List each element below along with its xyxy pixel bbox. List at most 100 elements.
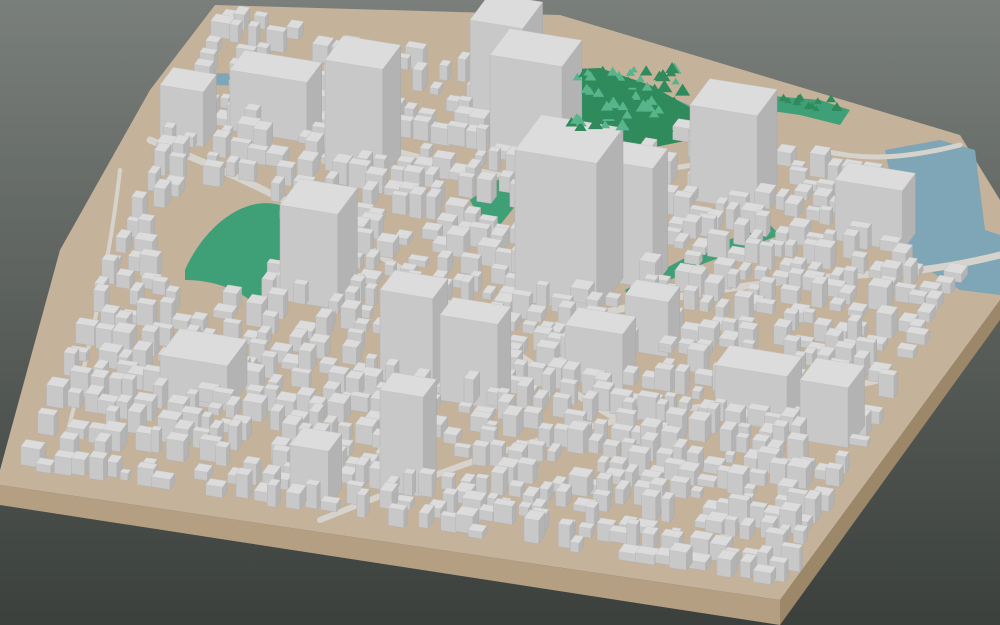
building-front-face [364,287,375,307]
building [212,302,238,321]
building [356,487,370,519]
city-model-viewport[interactable] [0,0,1000,625]
building-front-face [368,467,381,490]
building-front-face [153,187,165,209]
building [748,467,768,488]
building [419,142,434,159]
building-front-face [458,175,473,199]
building [387,502,408,529]
building-front-face [71,457,85,477]
building-side-face [771,242,775,272]
building-side-face [183,153,187,182]
building [457,51,472,83]
building [818,205,834,227]
building [724,450,737,464]
building-front-face [596,461,606,474]
building-front-face [165,438,184,463]
building [792,524,809,546]
building-front-face [128,255,141,272]
building-front-face [536,284,547,309]
building-front-face [387,507,404,529]
building-front-face [305,483,317,510]
building-front-face [215,445,227,467]
building-side-face [158,426,163,454]
building [225,155,240,178]
building-front-face [37,412,55,437]
building [905,326,930,346]
building-front-face [106,461,118,478]
building [438,59,452,82]
building-front-face [558,523,571,549]
building [526,303,547,324]
building [412,61,429,93]
building [578,521,595,539]
building-front-face [279,204,338,310]
building [476,123,490,153]
building [412,114,433,143]
building-front-face [784,244,793,258]
building-front-face [340,306,356,331]
building [202,158,225,188]
building [115,268,135,290]
building-front-face [391,193,407,216]
building [472,439,491,468]
building [235,467,253,500]
building [320,495,341,513]
building-front-face [355,423,373,446]
building [67,386,84,409]
building [626,518,641,547]
building [88,450,109,482]
building-front-face [365,256,375,271]
building [476,170,497,205]
building [522,405,543,431]
building [364,282,379,307]
building-front-face [493,503,513,526]
building-front-face [688,418,706,443]
building-front-face [622,371,634,387]
building [418,467,437,499]
building [350,391,372,414]
building-front-face [135,431,154,453]
building-front-face [430,126,450,147]
building [488,146,502,173]
building-front-face [724,518,736,538]
building-front-face [463,377,474,404]
building-front-face [733,223,746,246]
building-front-face [116,274,130,290]
building [780,283,802,306]
building-front-face [490,471,504,496]
building [683,249,703,266]
building [517,456,538,486]
building-front-face [150,429,160,454]
building [568,466,594,498]
building [151,470,176,491]
building-front-face [235,473,249,499]
building-front-face [707,232,727,260]
building [668,542,693,572]
building-front-face [269,410,280,432]
building [688,410,712,444]
building [119,468,132,482]
building-front-face [699,301,709,313]
building-front-face [152,280,166,296]
building-front-face [356,493,366,519]
building [755,297,777,316]
building [724,514,739,538]
building-front-face [225,404,235,419]
building [802,307,817,325]
building [508,479,526,499]
building-front-face [516,384,528,410]
building-front-face [523,411,539,430]
building-front-face [342,345,357,366]
building-front-face [136,302,154,328]
building-front-face [425,195,436,221]
building [527,438,547,463]
building [726,268,741,290]
building-front-face [202,164,221,188]
building [493,498,517,526]
building-front-face [285,491,300,510]
building [106,454,123,479]
building-front-face [418,512,429,529]
building-front-face [803,311,814,324]
city-3d-scene[interactable] [0,0,1000,625]
